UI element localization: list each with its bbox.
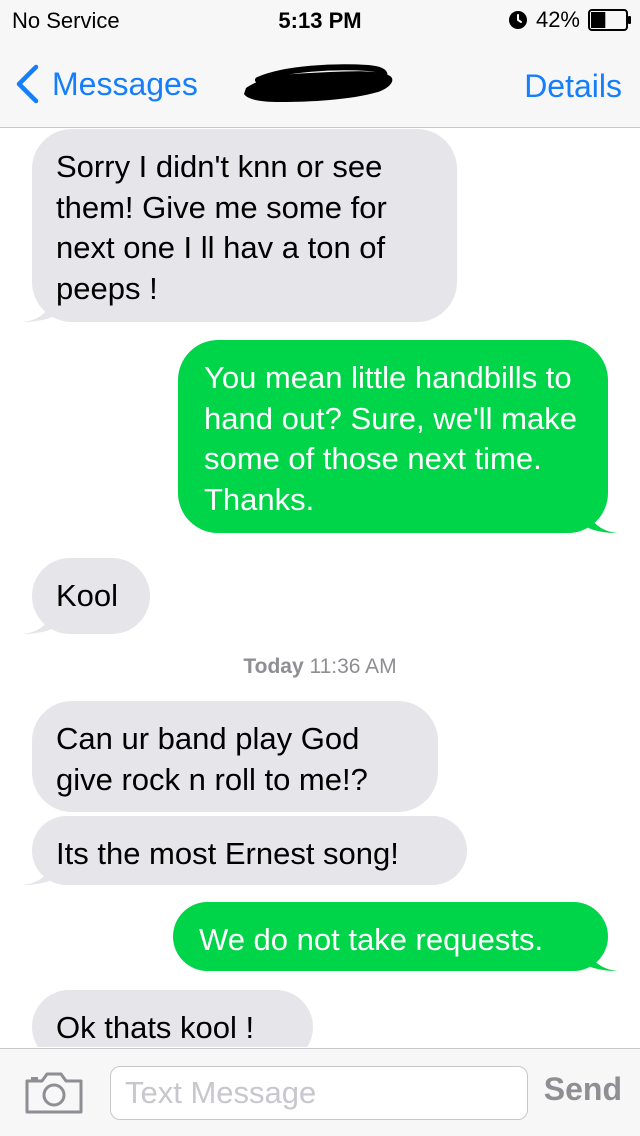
battery-fill xyxy=(591,12,606,28)
status-bar: No Service 5:13 PM 42% xyxy=(0,0,640,40)
details-button[interactable]: Details xyxy=(524,68,622,105)
back-button-label: Messages xyxy=(52,65,198,102)
chevron-left-icon xyxy=(16,64,39,104)
message-thread[interactable]: Sorry I didn't knn or see them! Give me … xyxy=(0,129,640,1047)
message-text: Sorry I didn't knn or see them! Give me … xyxy=(56,149,387,306)
battery-icon xyxy=(588,9,631,31)
message-text: Its the most Ernest song! xyxy=(56,836,399,871)
bubble-tail xyxy=(587,509,617,533)
message-text: Kool xyxy=(56,578,119,613)
timestamp-time: 11:36 AM xyxy=(309,655,397,678)
alarm-icon xyxy=(508,11,527,29)
bubble-tail xyxy=(23,298,53,322)
message-bubble-incoming[interactable]: Sorry I didn't knn or see them! Give me … xyxy=(23,129,457,322)
battery-percent: 42% xyxy=(535,7,580,32)
nav-bar: Messages Details xyxy=(0,40,640,128)
message-text: We do not take requests. xyxy=(199,922,544,957)
camera-icon[interactable] xyxy=(24,1071,84,1115)
message-bubble-incoming[interactable]: Can ur band play God give rock n roll to… xyxy=(32,701,438,812)
bubble-tail xyxy=(23,610,53,634)
message-text: Ok thats kool ! xyxy=(56,1010,255,1045)
message-bubble-outgoing[interactable]: We do not take requests. xyxy=(173,902,617,971)
back-button[interactable]: Messages xyxy=(14,62,198,106)
bubble-tail xyxy=(23,861,53,885)
message-bubble-outgoing[interactable]: You mean little handbills to hand out? S… xyxy=(178,340,617,533)
bubble-tail xyxy=(587,947,617,971)
compose-bar: Send xyxy=(0,1048,640,1136)
status-right-group: 42% xyxy=(508,6,632,34)
send-button[interactable]: Send xyxy=(544,1071,622,1108)
message-bubble-incoming[interactable]: Kool xyxy=(23,558,150,634)
message-bubble-incoming[interactable]: Its the most Ernest song! xyxy=(23,816,467,885)
message-text: Can ur band play God give rock n roll to… xyxy=(56,721,368,797)
message-bubble-incoming[interactable]: Ok thats kool ! xyxy=(32,990,313,1047)
timestamp-day: Today xyxy=(243,655,304,678)
conversation-timestamp: Today 11:36 AM xyxy=(0,655,640,679)
redacted-contact-name xyxy=(244,64,393,102)
message-text: You mean little handbills to hand out? S… xyxy=(204,360,577,517)
message-input[interactable] xyxy=(110,1066,528,1120)
